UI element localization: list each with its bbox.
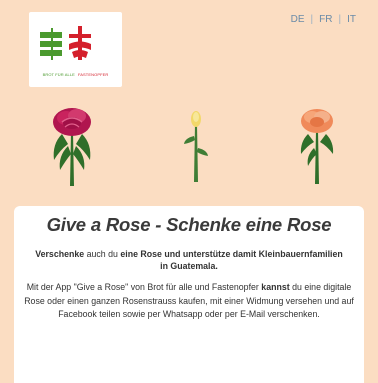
orange-rose-icon[interactable] [290, 104, 344, 184]
body-text-2: kannst [261, 282, 290, 292]
lead-text-2: auch du [84, 249, 121, 259]
language-link-de[interactable]: DE [285, 14, 311, 25]
logo-caption: BROT FÜR ALLE FASTENOPFER [29, 72, 122, 77]
intro-card: Give a Rose - Schenke eine Rose Verschen… [14, 206, 364, 383]
language-link-it[interactable]: IT [341, 14, 362, 25]
logo-caption-left: BROT FÜR ALLE [42, 72, 75, 77]
page-title: Give a Rose - Schenke eine Rose [46, 214, 332, 235]
language-link-fr[interactable]: FR [313, 14, 338, 25]
app-screen: BROT FÜR ALLE FASTENOPFER DE | FR | IT G… [0, 0, 378, 383]
brand-logo[interactable]: BROT FÜR ALLE FASTENOPFER [29, 12, 122, 87]
lead-text-3: eine Rose und unterstütze damit Kleinbau… [120, 249, 343, 271]
red-rose-icon[interactable] [44, 104, 100, 186]
logo-caption-right: FASTENOPFER [77, 72, 109, 77]
yellow-rose-icon[interactable] [181, 110, 211, 182]
language-switcher: DE | FR | IT [285, 14, 362, 25]
body-text-1: Mit der App "Give a Rose" von Brot für a… [26, 282, 262, 292]
intro-body: Mit der App "Give a Rose" von Brot für a… [22, 281, 356, 322]
intro-lead: Verschenke auch du eine Rose und unterst… [34, 248, 344, 272]
lead-text-1: Verschenke [35, 249, 85, 259]
